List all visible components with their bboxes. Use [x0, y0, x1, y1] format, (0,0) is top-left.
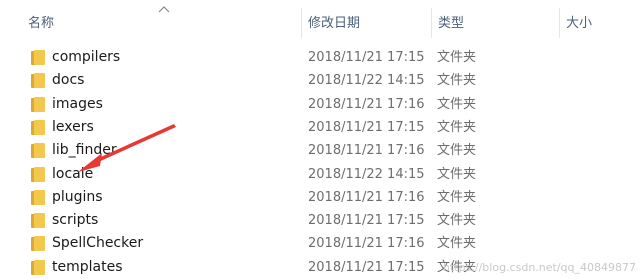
file-type: 文件夹 — [437, 50, 477, 65]
date-modified: 2018/11/22 14:15 — [308, 166, 425, 182]
date-modified: 2018/11/21 17:16 — [308, 236, 425, 252]
folder-row[interactable]: plugins 2018/11/21 17:16 文件夹 — [0, 186, 640, 209]
folder-name[interactable]: lexers — [52, 116, 94, 139]
folder-icon — [31, 189, 45, 205]
folder-row[interactable]: docs 2018/11/22 14:15 文件夹 — [0, 69, 640, 92]
folder-row[interactable]: images 2018/11/21 17:16 文件夹 — [0, 93, 640, 116]
folder-icon — [31, 119, 45, 135]
date-modified: 2018/11/21 17:15 — [308, 259, 425, 275]
file-type: 文件夹 — [437, 166, 477, 182]
file-type: 文件夹 — [437, 119, 477, 135]
column-header-size[interactable]: 大小 — [560, 0, 640, 38]
file-type: 文件夹 — [437, 73, 477, 89]
watermark-text: https://blog.csdn.net/qq_40849877 — [442, 261, 636, 274]
folder-row[interactable]: scripts 2018/11/21 17:15 文件夹 — [0, 209, 640, 232]
folder-icon — [31, 259, 45, 275]
folder-name[interactable]: images — [52, 93, 103, 116]
folder-icon — [31, 236, 45, 252]
folder-name[interactable]: plugins — [52, 186, 103, 209]
folder-icon — [31, 213, 45, 229]
file-type: 文件夹 — [437, 96, 477, 112]
folder-name[interactable]: SpellChecker — [52, 232, 143, 255]
folder-name[interactable]: lib_finder — [52, 139, 117, 162]
folder-icon — [31, 166, 45, 182]
folder-icon — [31, 96, 45, 112]
folder-name[interactable]: templates — [52, 256, 123, 279]
date-modified: 2018/11/22 14:15 — [308, 73, 425, 89]
folder-name[interactable]: locale — [52, 163, 93, 186]
folder-row[interactable]: lexers 2018/11/21 17:15 文件夹 — [0, 116, 640, 139]
column-header-type[interactable]: 类型 — [432, 0, 560, 38]
folder-row[interactable]: compilers 2018/11/21 17:15 文件夹 — [0, 46, 640, 69]
date-modified: 2018/11/21 17:15 — [308, 119, 425, 135]
date-modified: 2018/11/21 17:16 — [308, 143, 425, 159]
folder-row[interactable]: SpellChecker 2018/11/21 17:16 文件夹 — [0, 232, 640, 255]
folder-name[interactable]: scripts — [52, 209, 98, 232]
folder-icon — [31, 50, 45, 65]
date-modified: 2018/11/21 17:16 — [308, 189, 425, 205]
file-type: 文件夹 — [437, 236, 477, 252]
file-type: 文件夹 — [437, 143, 477, 159]
folder-name[interactable]: docs — [52, 69, 84, 92]
folder-row[interactable]: locale 2018/11/22 14:15 文件夹 — [0, 163, 640, 186]
file-type: 文件夹 — [437, 189, 477, 205]
date-modified: 2018/11/21 17:15 — [308, 213, 425, 229]
column-header-bar: 名称 修改日期 类型 大小 — [0, 0, 640, 40]
date-modified: 2018/11/21 17:16 — [308, 96, 425, 112]
folder-name[interactable]: compilers — [52, 46, 120, 69]
column-header-name[interactable]: 名称 — [22, 0, 300, 38]
folder-icon — [31, 143, 45, 159]
folder-icon — [31, 73, 45, 89]
date-modified: 2018/11/21 17:15 — [308, 50, 425, 65]
folder-row[interactable]: lib_finder 2018/11/21 17:16 文件夹 — [0, 139, 640, 162]
file-type: 文件夹 — [437, 213, 477, 229]
column-header-date-modified[interactable]: 修改日期 — [302, 0, 430, 38]
